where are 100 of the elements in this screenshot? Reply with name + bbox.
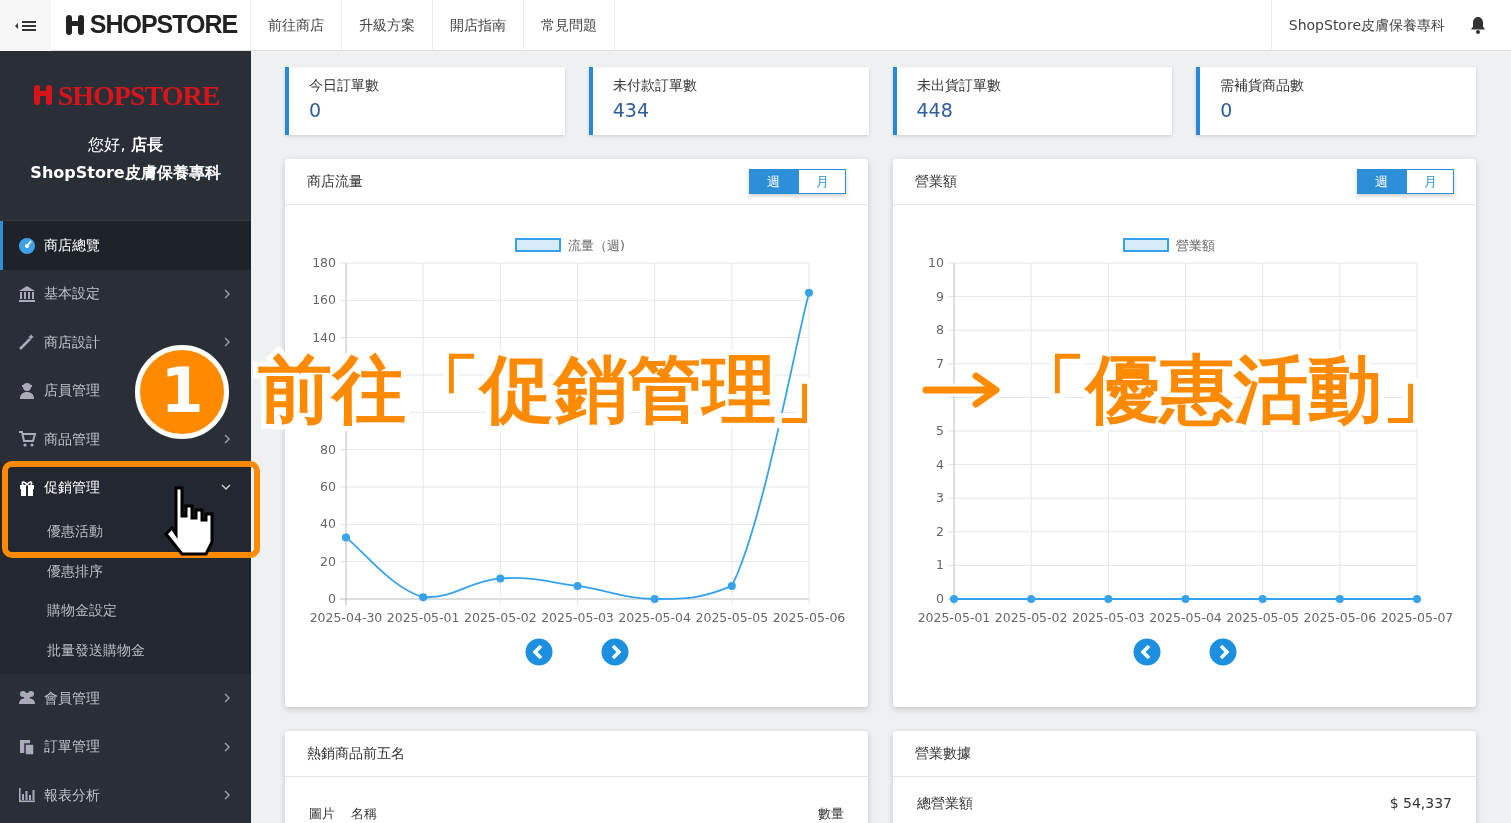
- data-point: [1181, 595, 1190, 603]
- stat-value: 434: [612, 98, 650, 123]
- data-point: [950, 595, 958, 603]
- nav-link[interactable]: 開店指南: [433, 0, 524, 50]
- sidebar-item[interactable]: 訂單管理: [0, 722, 251, 771]
- y-tick-label: 3: [936, 490, 944, 506]
- x-tick-label: 2025-04-30: [309, 610, 383, 625]
- x-tick-label: 2025-05-05: [1226, 610, 1299, 625]
- chevron-icon: [224, 790, 231, 801]
- data-point: [727, 581, 736, 590]
- x-tick-label: 2025-05-06: [1303, 610, 1377, 625]
- y-tick-label: 2: [936, 523, 944, 539]
- greeting-text: 您好, 店長: [88, 134, 163, 156]
- magic-wand-icon: [18, 333, 36, 352]
- data-point: [342, 533, 350, 542]
- stat-label: 今日訂單數: [309, 76, 380, 95]
- cart-icon: [18, 430, 36, 449]
- submenu-item[interactable]: 批量發送購物金: [0, 630, 251, 670]
- chevron-icon: [224, 288, 231, 299]
- chevron-icon: [224, 337, 231, 348]
- logo-text: SHOPSTORE: [57, 79, 220, 113]
- instruction-text: 「優惠活動」: [1012, 345, 1456, 434]
- chevron-icon: [221, 484, 231, 492]
- card-title: 商店流量: [307, 172, 363, 191]
- menu-icon: [13, 18, 38, 33]
- column-header: 數量: [818, 805, 844, 823]
- data-point: [1258, 595, 1267, 603]
- x-tick-label: 2025-05-06: [772, 610, 846, 625]
- x-tick-label: 2025-05-03: [541, 610, 614, 625]
- x-tick-label: 2025-05-04: [1149, 610, 1222, 625]
- nav-link[interactable]: 前往商店: [251, 0, 342, 50]
- menu-toggle-button[interactable]: [0, 0, 51, 51]
- chevron-icon: [224, 741, 231, 752]
- stat-value: 448: [916, 98, 954, 123]
- period-tab[interactable]: 月: [1406, 168, 1454, 195]
- x-tick-label: 2025-05-05: [695, 610, 769, 625]
- data-point: [1104, 595, 1113, 603]
- data-point: [1413, 595, 1421, 603]
- y-tick-label: 10: [928, 255, 944, 270]
- y-tick-label: 20: [320, 553, 336, 569]
- y-tick-label: 60: [320, 479, 336, 494]
- metric-value: $ 54,337: [1389, 794, 1452, 813]
- x-tick-label: 2025-05-03: [1072, 610, 1145, 625]
- stat-value: 0: [1220, 98, 1234, 123]
- y-tick-label: 1: [936, 557, 944, 573]
- sidebar-item[interactable]: 基本設定: [0, 269, 251, 318]
- period-tab[interactable]: 月: [798, 168, 846, 195]
- y-tick-label: 5: [936, 423, 944, 438]
- nav-link[interactable]: 升級方案: [342, 0, 433, 50]
- sidebar-item[interactable]: 商店總覽: [0, 221, 251, 270]
- x-tick-label: 2025-05-01: [386, 610, 460, 625]
- stat-value: 0: [309, 98, 323, 123]
- user-icon: [18, 381, 36, 400]
- submenu-item[interactable]: 購物金設定: [0, 591, 251, 631]
- sidebar-item[interactable]: 店員管理: [0, 366, 120, 415]
- metric-label: 總營業額: [917, 794, 973, 813]
- data-point: [1335, 595, 1344, 603]
- bank-icon: [18, 284, 36, 303]
- y-tick-label: 40: [320, 516, 336, 532]
- y-tick-label: 160: [312, 292, 336, 308]
- x-tick-label: 2025-05-07: [1380, 610, 1454, 625]
- legend-label: 營業額: [1176, 238, 1215, 253]
- x-tick-label: 2025-05-01: [917, 610, 991, 625]
- arrow-icon: [922, 372, 1002, 408]
- data-point: [419, 593, 428, 602]
- gift-icon: [18, 478, 36, 497]
- column-header: 圖片: [309, 805, 335, 823]
- data-point: [496, 574, 505, 583]
- documents-icon: [18, 737, 36, 756]
- y-tick-label: 0: [328, 591, 336, 606]
- bell-icon[interactable]: [1469, 16, 1487, 34]
- sidebar-item[interactable]: 報表分析: [0, 771, 251, 820]
- sidebar-item[interactable]: 會員管理: [0, 674, 251, 723]
- data-point: [1027, 595, 1036, 603]
- y-tick-label: 140: [312, 329, 336, 345]
- legend-swatch: [1123, 238, 1169, 252]
- y-tick-label: 0: [936, 591, 944, 606]
- y-tick-label: 80: [320, 441, 336, 457]
- data-point: [573, 581, 582, 590]
- x-tick-label: 2025-05-02: [464, 610, 537, 625]
- y-tick-label: 8: [936, 322, 944, 338]
- chevron-icon: [224, 434, 231, 445]
- bar-chart-icon: [18, 786, 36, 805]
- chevron-icon: [224, 693, 231, 704]
- card-title: 熱銷商品前五名: [307, 744, 405, 763]
- logo-icon: [63, 12, 86, 38]
- store-name: ShopStore皮膚保養專科: [30, 162, 221, 184]
- store-link[interactable]: ShopStore皮膚保養專科: [1270, 0, 1469, 50]
- stat-label: 未付款訂單數: [612, 76, 698, 95]
- legend-label: 流量（週): [568, 238, 625, 253]
- data-point: [650, 595, 659, 603]
- card-title: 營業數據: [915, 744, 971, 763]
- dashboard-icon: [18, 236, 36, 255]
- x-tick-label: 2025-05-02: [994, 610, 1068, 625]
- stat-label: 需補貨商品數: [1220, 76, 1306, 95]
- nav-link[interactable]: 常見問題: [524, 0, 615, 50]
- data-point: [805, 288, 813, 297]
- card-title: 營業額: [915, 172, 957, 191]
- logo-text: SHOPSTORE: [89, 9, 238, 41]
- y-tick-label: 9: [936, 288, 944, 304]
